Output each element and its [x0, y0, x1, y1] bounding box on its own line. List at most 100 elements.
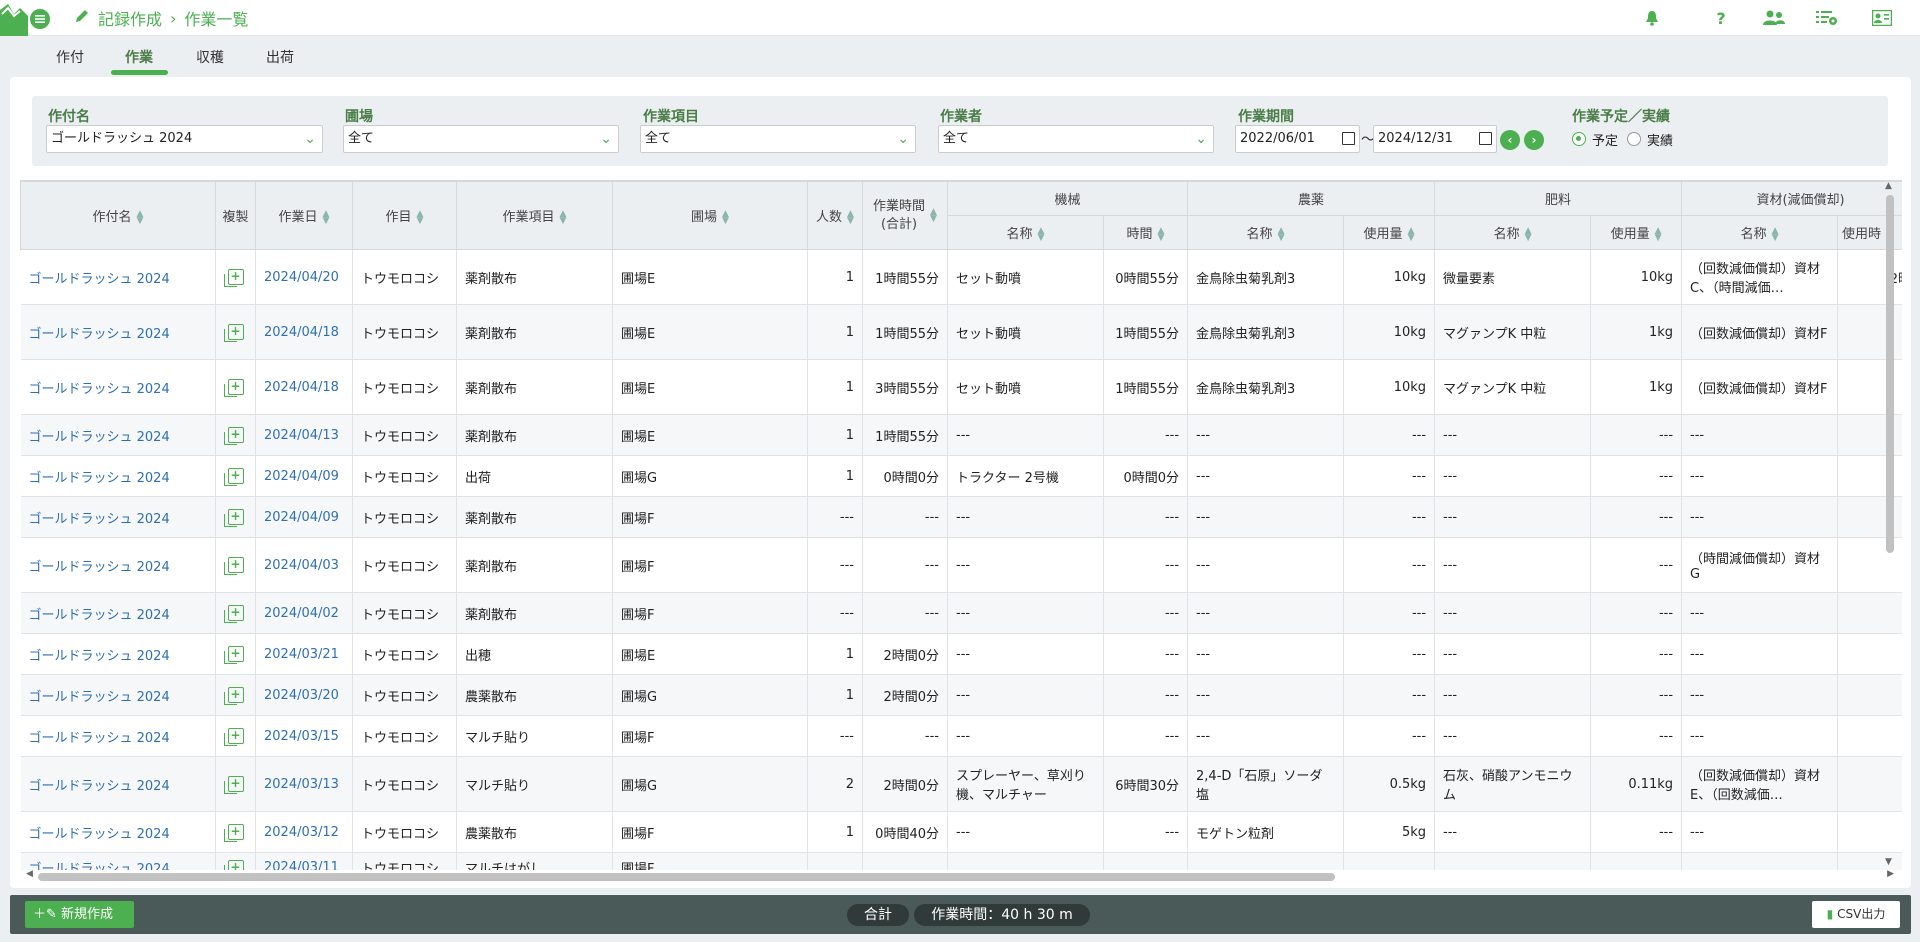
col-fertilizer-name[interactable]: 名称 ▲ ▼ [1434, 215, 1592, 250]
new-record-button[interactable]: ＋✎ 新規作成 [25, 901, 134, 928]
cell-crop[interactable]: ゴールドラッシュ 2024 [20, 633, 216, 675]
col-people[interactable]: 人数 ▲ ▼ [807, 181, 863, 250]
cell-mtime: --- [1103, 592, 1189, 634]
cell-date[interactable]: 2024/04/09 [255, 455, 353, 497]
cell-pusage: --- [1343, 592, 1436, 634]
horizontal-scrollbar[interactable]: ◀ ▶ [26, 869, 1894, 883]
cell-item: トウモロコシ [352, 414, 457, 456]
copy-icon[interactable]: + [223, 427, 244, 445]
cell-crop[interactable]: ゴールドラッシュ 2024 [20, 852, 216, 870]
worker-select[interactable]: 全て ⌄ [938, 125, 1214, 153]
copy-icon[interactable]: + [223, 605, 244, 623]
cell-crop[interactable]: ゴールドラッシュ 2024 [20, 756, 216, 812]
cell-date[interactable]: 2024/03/21 [255, 633, 353, 675]
cell-crop[interactable]: ゴールドラッシュ 2024 [20, 537, 216, 593]
col-work-item[interactable]: 作業項目 ▲ ▼ [456, 181, 613, 250]
tab-planting[interactable]: 作付 [55, 47, 85, 67]
horizontal-scrollbar-thumb[interactable] [38, 873, 1335, 881]
tab-work[interactable]: 作業 [124, 47, 154, 67]
profile-card-icon[interactable] [1870, 7, 1894, 29]
help-icon[interactable]: ? [1709, 7, 1733, 29]
cell-date[interactable]: 2024/04/09 [255, 496, 353, 538]
plan-radio[interactable] [1572, 132, 1586, 146]
vertical-scrollbar-thumb[interactable] [1886, 195, 1894, 553]
scroll-left-icon[interactable]: ◀ [26, 869, 33, 879]
scroll-right-icon[interactable]: ▶ [1887, 869, 1894, 879]
period-from-input[interactable]: 2022/06/01 [1235, 125, 1360, 153]
users-icon[interactable] [1762, 7, 1786, 29]
field-select[interactable]: 全て ⌄ [343, 125, 619, 153]
cell-crop[interactable]: ゴールドラッシュ 2024 [20, 249, 216, 305]
table-row: ゴールドラッシュ 2024 +2024/04/09 トウモロコシ 出荷 圃場G 1 0時間0… [20, 455, 1902, 497]
col-work-hours[interactable]: 作業時間 (合計)▲ ▼ [862, 181, 948, 250]
cell-crop[interactable]: ゴールドラッシュ 2024 [20, 455, 216, 497]
cell-date[interactable]: 2024/03/15 [255, 715, 353, 757]
cell-date[interactable]: 2024/04/18 [255, 359, 353, 415]
cell-date[interactable]: 2024/04/13 [255, 414, 353, 456]
copy-icon[interactable]: + [223, 269, 244, 287]
breadcrumb-root[interactable]: 記録作成 [98, 6, 162, 30]
bell-icon[interactable] [1640, 7, 1664, 29]
cell-crop[interactable]: ゴールドラッシュ 2024 [20, 496, 216, 538]
copy-icon[interactable]: + [223, 509, 244, 527]
copy-icon[interactable]: + [223, 728, 244, 746]
period-to-input[interactable]: 2024/12/31 [1373, 125, 1497, 153]
vertical-scrollbar[interactable]: ▲ ▼ [1884, 181, 1896, 867]
cell-machine: --- [947, 414, 1104, 456]
copy-icon[interactable]: + [223, 859, 244, 870]
new-record-label: 新規作成 [61, 907, 114, 922]
cell-date[interactable]: 2024/04/20 [255, 249, 353, 305]
cell-crop[interactable]: ゴールドラッシュ 2024 [20, 414, 216, 456]
col-machine-time[interactable]: 時間 ▲ ▼ [1102, 215, 1189, 250]
menu-icon[interactable] [28, 7, 52, 31]
col-work-date[interactable]: 作業日 ▲ ▼ [255, 181, 353, 250]
copy-icon[interactable]: + [223, 824, 244, 842]
cell-machine: セット動噴 [947, 304, 1104, 360]
copy-icon[interactable]: + [223, 557, 244, 575]
csv-export-button[interactable]: ▮ CSV出力 [1812, 901, 1900, 928]
col-material-name[interactable]: 名称 ▲ ▼ [1681, 215, 1839, 250]
cell-date[interactable]: 2024/03/12 [255, 811, 353, 853]
col-field[interactable]: 圃場 ▲ ▼ [612, 181, 808, 250]
next-period-button[interactable]: › [1524, 130, 1544, 150]
col-pesticide-usage[interactable]: 使用量 ▲ ▼ [1343, 215, 1436, 250]
cell-date[interactable]: 2024/03/20 [255, 674, 353, 716]
cell-date[interactable]: 2024/04/02 [255, 592, 353, 634]
tab-shipment[interactable]: 出荷 [265, 47, 295, 67]
copy-icon[interactable]: + [223, 468, 244, 486]
scroll-up-icon[interactable]: ▲ [1885, 181, 1892, 191]
cell-date[interactable]: 2024/04/18 [255, 304, 353, 360]
copy-icon[interactable]: + [223, 324, 244, 342]
cell-crop[interactable]: ゴールドラッシュ 2024 [20, 359, 216, 415]
cell-mat [1681, 852, 1839, 870]
col-pesticide-name[interactable]: 名称 ▲ ▼ [1187, 215, 1345, 250]
crop-name-select[interactable]: ゴールドラッシュ 2024 ⌄ [46, 125, 323, 153]
tab-harvest[interactable]: 収穫 [195, 47, 225, 67]
copy-icon[interactable]: + [223, 646, 244, 664]
list-settings-icon[interactable] [1815, 7, 1839, 29]
table-row: ゴールドラッシュ 2024 +2024/04/20 トウモロコシ 薬剤散布 圃場E 1 1時… [20, 249, 1902, 305]
work-item-select[interactable]: 全て ⌄ [640, 125, 916, 153]
copy-icon[interactable]: + [223, 687, 244, 705]
cell-date[interactable]: 2024/03/11 [255, 852, 353, 870]
cell-work: 薬剤散布 [456, 592, 613, 634]
copy-icon[interactable]: + [223, 379, 244, 397]
cell-crop[interactable]: ゴールドラッシュ 2024 [20, 304, 216, 360]
col-item[interactable]: 作目 ▲ ▼ [352, 181, 457, 250]
cell-mtime: --- [1103, 633, 1189, 675]
scroll-down-icon[interactable]: ▼ [1885, 857, 1892, 867]
cell-date[interactable]: 2024/04/03 [255, 537, 353, 593]
copy-icon[interactable]: + [223, 776, 244, 794]
col-machine-name[interactable]: 名称 ▲ ▼ [947, 215, 1104, 250]
actual-radio[interactable] [1627, 132, 1641, 146]
cell-crop[interactable]: ゴールドラッシュ 2024 [20, 592, 216, 634]
cell-date[interactable]: 2024/03/13 [255, 756, 353, 812]
cell-crop[interactable]: ゴールドラッシュ 2024 [20, 811, 216, 853]
copy-cell: + [215, 304, 256, 360]
cell-crop[interactable]: ゴールドラッシュ 2024 [20, 674, 216, 716]
prev-period-button[interactable]: ‹ [1500, 130, 1520, 150]
cell-mat: --- [1681, 633, 1839, 675]
col-fertilizer-usage[interactable]: 使用量 ▲ ▼ [1590, 215, 1683, 250]
cell-crop[interactable]: ゴールドラッシュ 2024 [20, 715, 216, 757]
col-crop-name[interactable]: 作付名 ▲ ▼ [20, 181, 216, 250]
